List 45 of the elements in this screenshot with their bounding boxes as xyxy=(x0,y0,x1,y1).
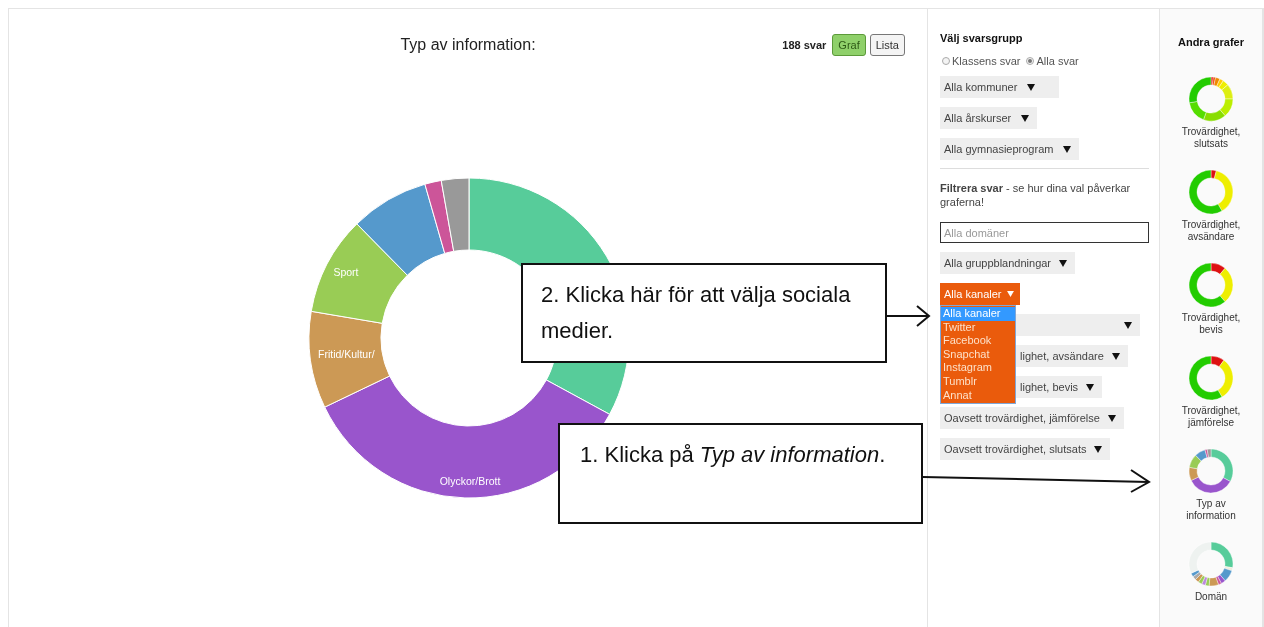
caret-icon xyxy=(1094,445,1103,453)
dropdown-select[interactable]: Alla kommuner xyxy=(940,76,1060,98)
graph-thumbnail-button[interactable]: Domän xyxy=(1166,540,1256,622)
graph-thumbnail-button[interactable]: Typ av information xyxy=(1166,447,1256,529)
graph-thumbnail-button[interactable]: Trovärdighet, bevis xyxy=(1166,261,1256,343)
donut-thumbnail-icon xyxy=(1188,447,1234,494)
caret-icon xyxy=(1086,383,1095,391)
caret-icon xyxy=(1107,414,1116,422)
donut-thumbnail-icon xyxy=(1188,75,1234,122)
dropdown-select[interactable]: Alla gymnasieprogram xyxy=(940,138,1080,160)
radio-option[interactable]: Klassens svar xyxy=(942,54,1021,68)
slice-label: Olyckor/Brott xyxy=(439,475,501,487)
response-count: 188 svar xyxy=(782,37,827,53)
donut-thumbnail-icon xyxy=(1188,261,1234,308)
section-heading: Välj svarsgrupp xyxy=(940,31,1024,45)
callout-box: 1. Klicka på Typ av information. xyxy=(558,423,923,524)
caret-icon xyxy=(1027,83,1036,91)
dropdown-select[interactable]: Oavsett trovärdighet, jämförelse xyxy=(940,407,1124,429)
arrow xyxy=(886,305,931,327)
slice-label: Fritid/Kultur/ xyxy=(318,348,375,360)
section-heading: Andra grafer xyxy=(1178,35,1244,50)
radio-option[interactable]: Alla svar xyxy=(1026,54,1079,68)
callout-box: 2. Klicka här för att välja sociala medier. xyxy=(521,263,887,363)
caret-icon xyxy=(1111,352,1120,360)
dropdown-select[interactable]: Oavsett trovärdighet, slutsats xyxy=(940,438,1111,460)
view-toggle-button[interactable]: Graf xyxy=(832,33,866,57)
donut-thumbnail-icon xyxy=(1188,354,1234,401)
caret-icon xyxy=(1124,321,1132,329)
caret-icon xyxy=(1021,114,1030,122)
caret-icon xyxy=(1059,259,1068,267)
donut-thumbnail-icon xyxy=(1188,540,1234,587)
graph-thumbnail-button[interactable]: Trovärdighet, jämförelse xyxy=(1166,354,1256,436)
filter-description: Filtrera svar - se hur dina val påverkar graferna! xyxy=(940,181,1132,209)
domain-input-field[interactable]: Alla domäner xyxy=(940,222,1149,243)
graph-thumbnail-button[interactable]: Trovärdighet, slutsats xyxy=(1166,75,1256,157)
slice-label: Sport xyxy=(333,266,359,278)
channel-select[interactable]: Alla kanaler xyxy=(940,283,1021,305)
caret-icon xyxy=(1063,145,1072,153)
dropdown-select[interactable]: Alla årskurser xyxy=(940,107,1038,129)
view-toggle-button[interactable]: Lista xyxy=(869,33,905,57)
caret-icon xyxy=(1007,291,1015,297)
graph-thumbnail-button[interactable]: Trovärdighet, avsändare xyxy=(1166,168,1256,250)
chart-title: Typ av information: xyxy=(400,35,536,55)
donut-thumbnail-icon xyxy=(1188,168,1234,215)
dropdown-select[interactable]: Alla gruppblandningar xyxy=(940,252,1076,274)
